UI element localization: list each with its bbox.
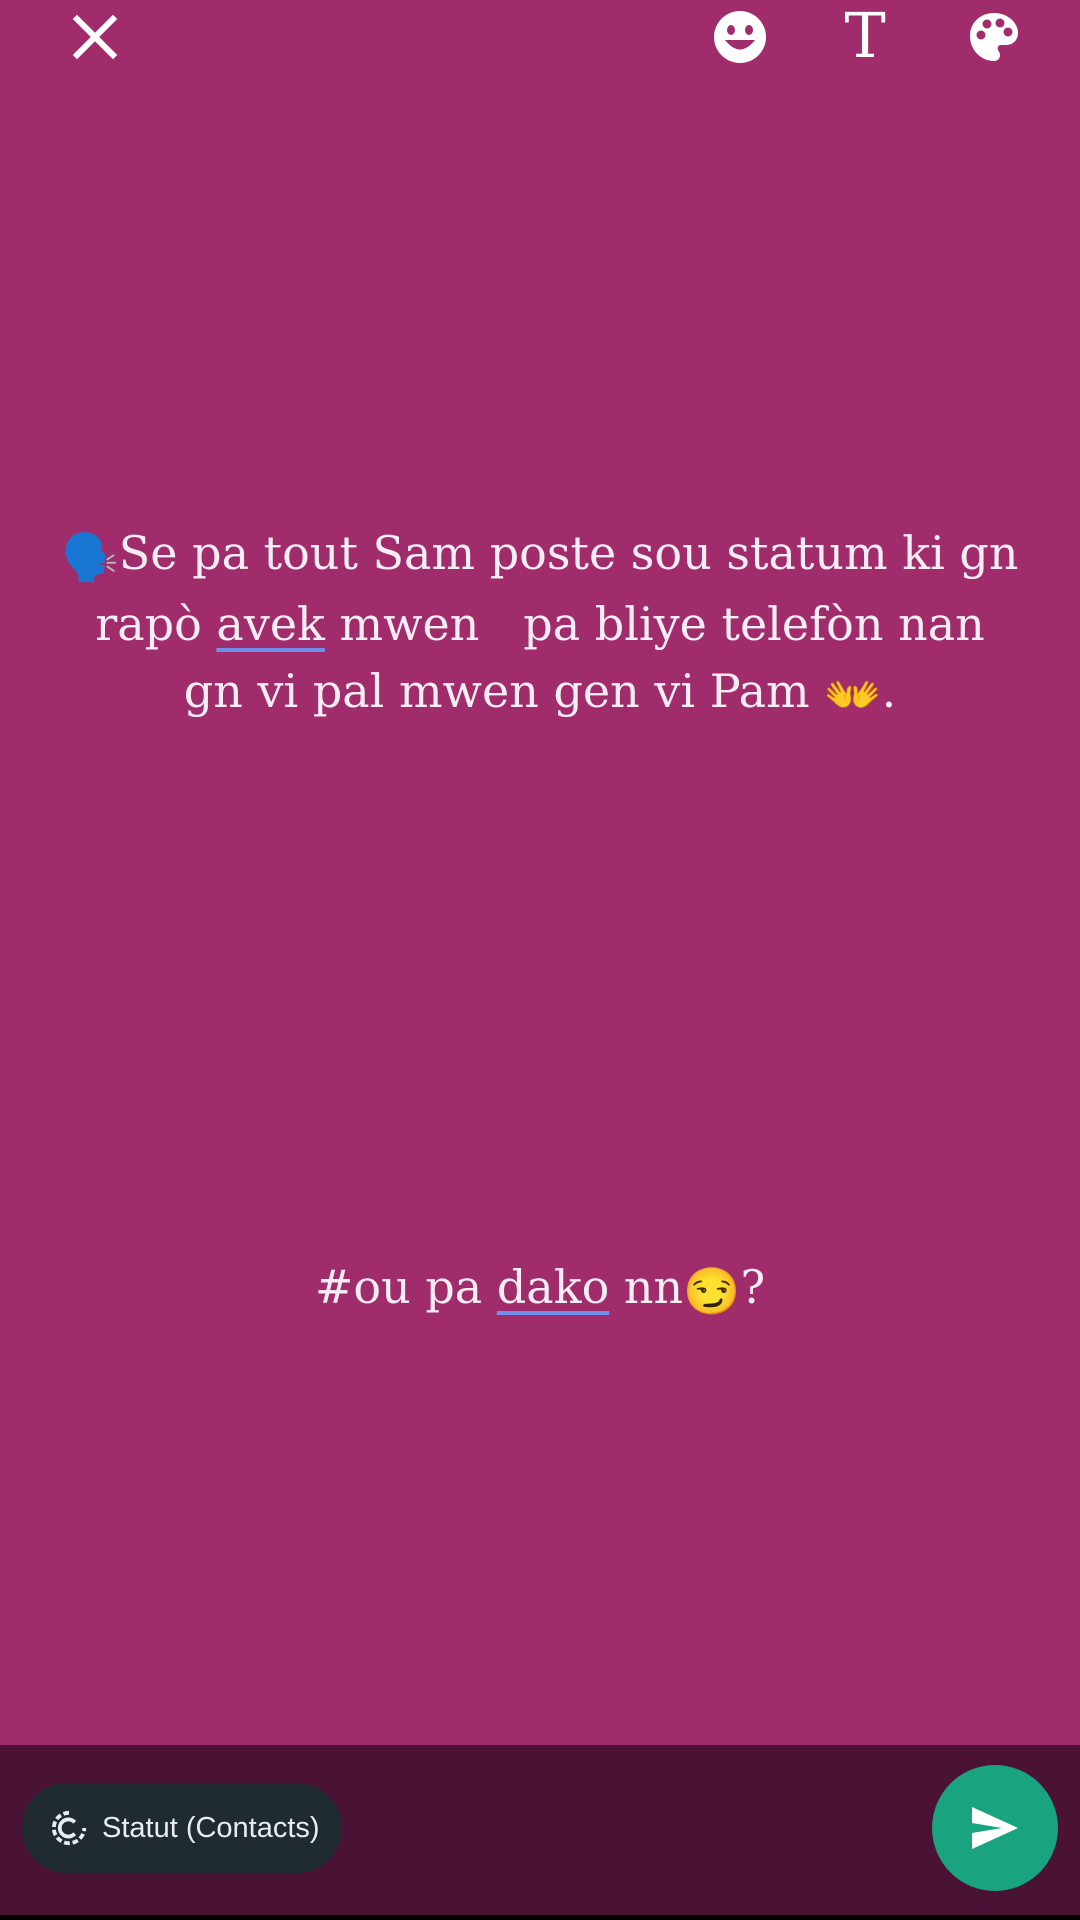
spellcheck-word-dako: dako (496, 1260, 610, 1314)
status-line-1: 🗣️Se pa tout Sam poste sou statum ki gn (50, 520, 1030, 591)
privacy-ring-icon (51, 1810, 87, 1846)
bottom-bar: Statut (Contacts) (0, 1745, 1080, 1915)
send-icon (972, 1807, 1018, 1849)
status-audience-chip[interactable]: Statut (Contacts) (22, 1783, 342, 1873)
close-icon (72, 14, 118, 60)
palette-icon (970, 13, 1018, 61)
smiley-icon (714, 11, 766, 63)
speaking-head-emoji: 🗣️ (61, 530, 119, 584)
send-button[interactable] (932, 1765, 1058, 1891)
background-color-button[interactable] (954, 2, 1034, 72)
status-audience-label: Statut (Contacts) (102, 1811, 320, 1844)
status-hashtag-line[interactable]: #ou pa dako nn😏? (0, 1254, 1080, 1325)
smirk-emoji: 😏 (683, 1264, 741, 1318)
text-style-button[interactable]: T (830, 0, 900, 72)
close-button[interactable] (60, 4, 130, 70)
spellcheck-word-avek: avek (216, 597, 325, 651)
status-line-3: gn vi pal mwen gen vi Pam 👐. (50, 658, 1030, 729)
emoji-button[interactable] (700, 2, 780, 72)
status-composer-screen: T 🗣️Se pa tout Sam poste sou statum ki g… (0, 0, 1080, 1920)
open-hands-emoji: 👐 (824, 668, 882, 722)
text-style-icon: T (844, 0, 886, 72)
status-line-2: rapò avek mwen pa bliye telefòn nan (95, 597, 985, 651)
bottom-edge (0, 1915, 1080, 1920)
top-toolbar: T (0, 0, 1080, 80)
status-text[interactable]: 🗣️Se pa tout Sam poste sou statum ki gn … (50, 520, 1030, 729)
